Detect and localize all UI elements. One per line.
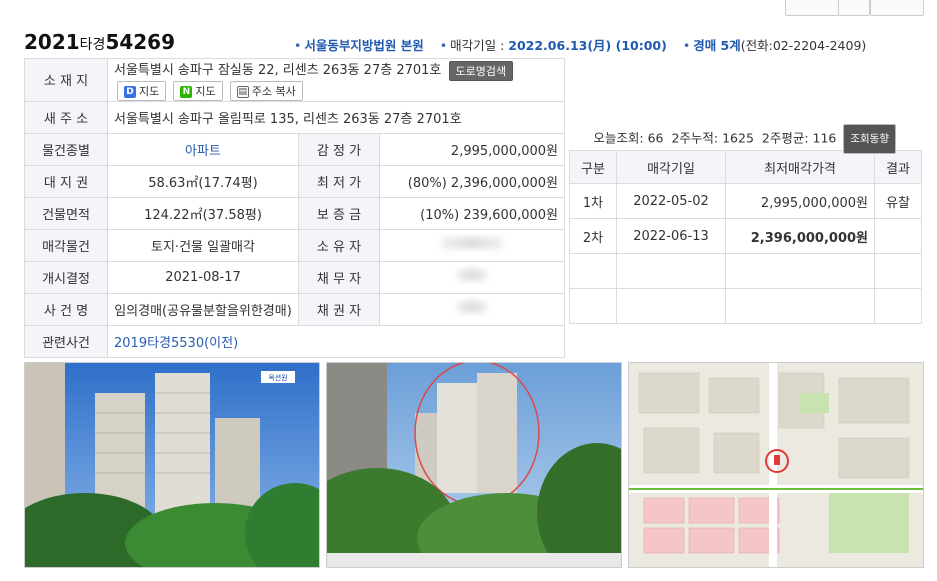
sale-type-label: 매각물건 bbox=[24, 228, 108, 262]
case-type: 타경 bbox=[79, 37, 106, 53]
today-views: 66 bbox=[647, 130, 664, 146]
area-label: 건물면적 bbox=[24, 196, 108, 230]
court-name: 서울동부지방법원 본원 bbox=[304, 38, 424, 53]
creditor-label: 채 권 자 bbox=[298, 292, 380, 326]
sale-history-table: 구분 매각기일 최저매각가격 결과 1차 2022-05-02 2,995,00… bbox=[569, 150, 922, 324]
deposit-value: (10%) 239,600,000원 bbox=[379, 196, 565, 230]
top-button-2[interactable] bbox=[838, 0, 870, 16]
table-row bbox=[569, 253, 922, 289]
related-label: 관련사건 bbox=[24, 324, 108, 358]
owner-label: 소 유 자 bbox=[298, 228, 380, 262]
location-label: 소 재 지 bbox=[24, 58, 108, 102]
view-trend-button[interactable]: 조회동향 bbox=[843, 124, 896, 154]
sale-type-value: 토지·건물 일괄매각 bbox=[107, 228, 299, 262]
col-price: 최저매각가격 bbox=[725, 150, 875, 184]
col-round: 구분 bbox=[569, 150, 617, 184]
location-value: 서울특별시 송파구 잠실동 22, 리센츠 263동 27층 2701호 bbox=[114, 63, 442, 78]
sale-date: 2022.06.13(月) (10:00) bbox=[508, 38, 667, 53]
type-value[interactable]: 아파트 bbox=[107, 132, 299, 166]
area-value: 124.22㎡(37.58평) bbox=[107, 196, 299, 230]
top-strip bbox=[0, 0, 937, 20]
min-price-label: 최 저 가 bbox=[298, 164, 380, 198]
photo-badge: 옥션원 bbox=[268, 373, 287, 382]
deposit-label: 보 증 금 bbox=[298, 196, 380, 230]
photo-gallery: 옥션원 bbox=[24, 362, 924, 568]
start-label: 개시결정 bbox=[24, 260, 108, 294]
top-button-3[interactable] bbox=[870, 0, 924, 16]
start-value: 2021-08-17 bbox=[107, 260, 299, 294]
table-row: 1차 2022-05-02 2,995,000,000원 유찰 bbox=[569, 183, 922, 219]
two-week-avg: 116 bbox=[812, 130, 837, 146]
debtor-label: 채 무 자 bbox=[298, 260, 380, 294]
case-num: 54269 bbox=[105, 30, 176, 54]
daum-icon: D bbox=[124, 85, 136, 98]
naver-icon: N bbox=[180, 85, 193, 98]
new-address-value: 서울특별시 송파구 올림픽로 135, 리센츠 263동 27층 2701호 bbox=[107, 100, 565, 134]
col-result: 결과 bbox=[874, 150, 922, 184]
court-info: • 서울동부지방법원 본원 • 매각기일 : 2022.06.13(月) (10:0… bbox=[294, 38, 867, 53]
creditor-value bbox=[379, 292, 565, 326]
sale-date-label: 매각기일 : bbox=[450, 38, 509, 53]
sale-history-panel: 오늘조회: 66 2주누적: 1625 2주평균: 116 조회동향 구분 매각… bbox=[569, 124, 922, 324]
top-button-1[interactable] bbox=[785, 0, 839, 16]
land-label: 대 지 권 bbox=[24, 164, 108, 198]
copy-icon: ▤ bbox=[236, 85, 249, 98]
case-number: 2021타경54269 bbox=[24, 30, 175, 54]
case-name-label: 사 건 명 bbox=[24, 292, 108, 326]
building-photo-1[interactable]: 옥션원 bbox=[24, 362, 320, 568]
location-cell: 서울특별시 송파구 잠실동 22, 리센츠 263동 27층 2701호 도로명… bbox=[107, 58, 565, 102]
debtor-value bbox=[379, 260, 565, 294]
phone: (전화:02-2204-2409) bbox=[740, 38, 867, 53]
new-address-label: 새 주 소 bbox=[24, 100, 108, 134]
col-date: 매각기일 bbox=[616, 150, 726, 184]
building-photo-2[interactable] bbox=[326, 362, 622, 568]
naver-map-button[interactable]: N 지도 bbox=[173, 80, 223, 101]
copy-address-button[interactable]: ▤ 주소 복사 bbox=[229, 80, 303, 101]
land-value: 58.63㎡(17.74평) bbox=[107, 164, 299, 198]
location-map[interactable] bbox=[628, 362, 924, 568]
view-stats: 오늘조회: 66 2주누적: 1625 2주평균: 116 조회동향 bbox=[569, 124, 922, 154]
road-search-button[interactable]: 도로명검색 bbox=[448, 60, 514, 81]
appraisal-value: 2,995,000,000원 bbox=[379, 132, 565, 166]
type-label: 물건종별 bbox=[24, 132, 108, 166]
table-row bbox=[569, 288, 922, 324]
owner-value bbox=[379, 228, 565, 262]
table-row: 2차 2022-06-13 2,396,000,000원 bbox=[569, 218, 922, 254]
daum-map-button[interactable]: D 지도 bbox=[117, 80, 167, 101]
division: 경매 5계 bbox=[693, 38, 741, 53]
related-case-link[interactable]: 2019타경5530(이전) bbox=[107, 324, 565, 358]
appraisal-label: 감 정 가 bbox=[298, 132, 380, 166]
min-price-value: (80%) 2,396,000,000원 bbox=[379, 164, 565, 198]
two-week-views: 1625 bbox=[722, 130, 754, 146]
case-name-value: 임의경매(공유물분할을위한경매) bbox=[107, 292, 299, 326]
case-year: 2021 bbox=[24, 30, 80, 54]
